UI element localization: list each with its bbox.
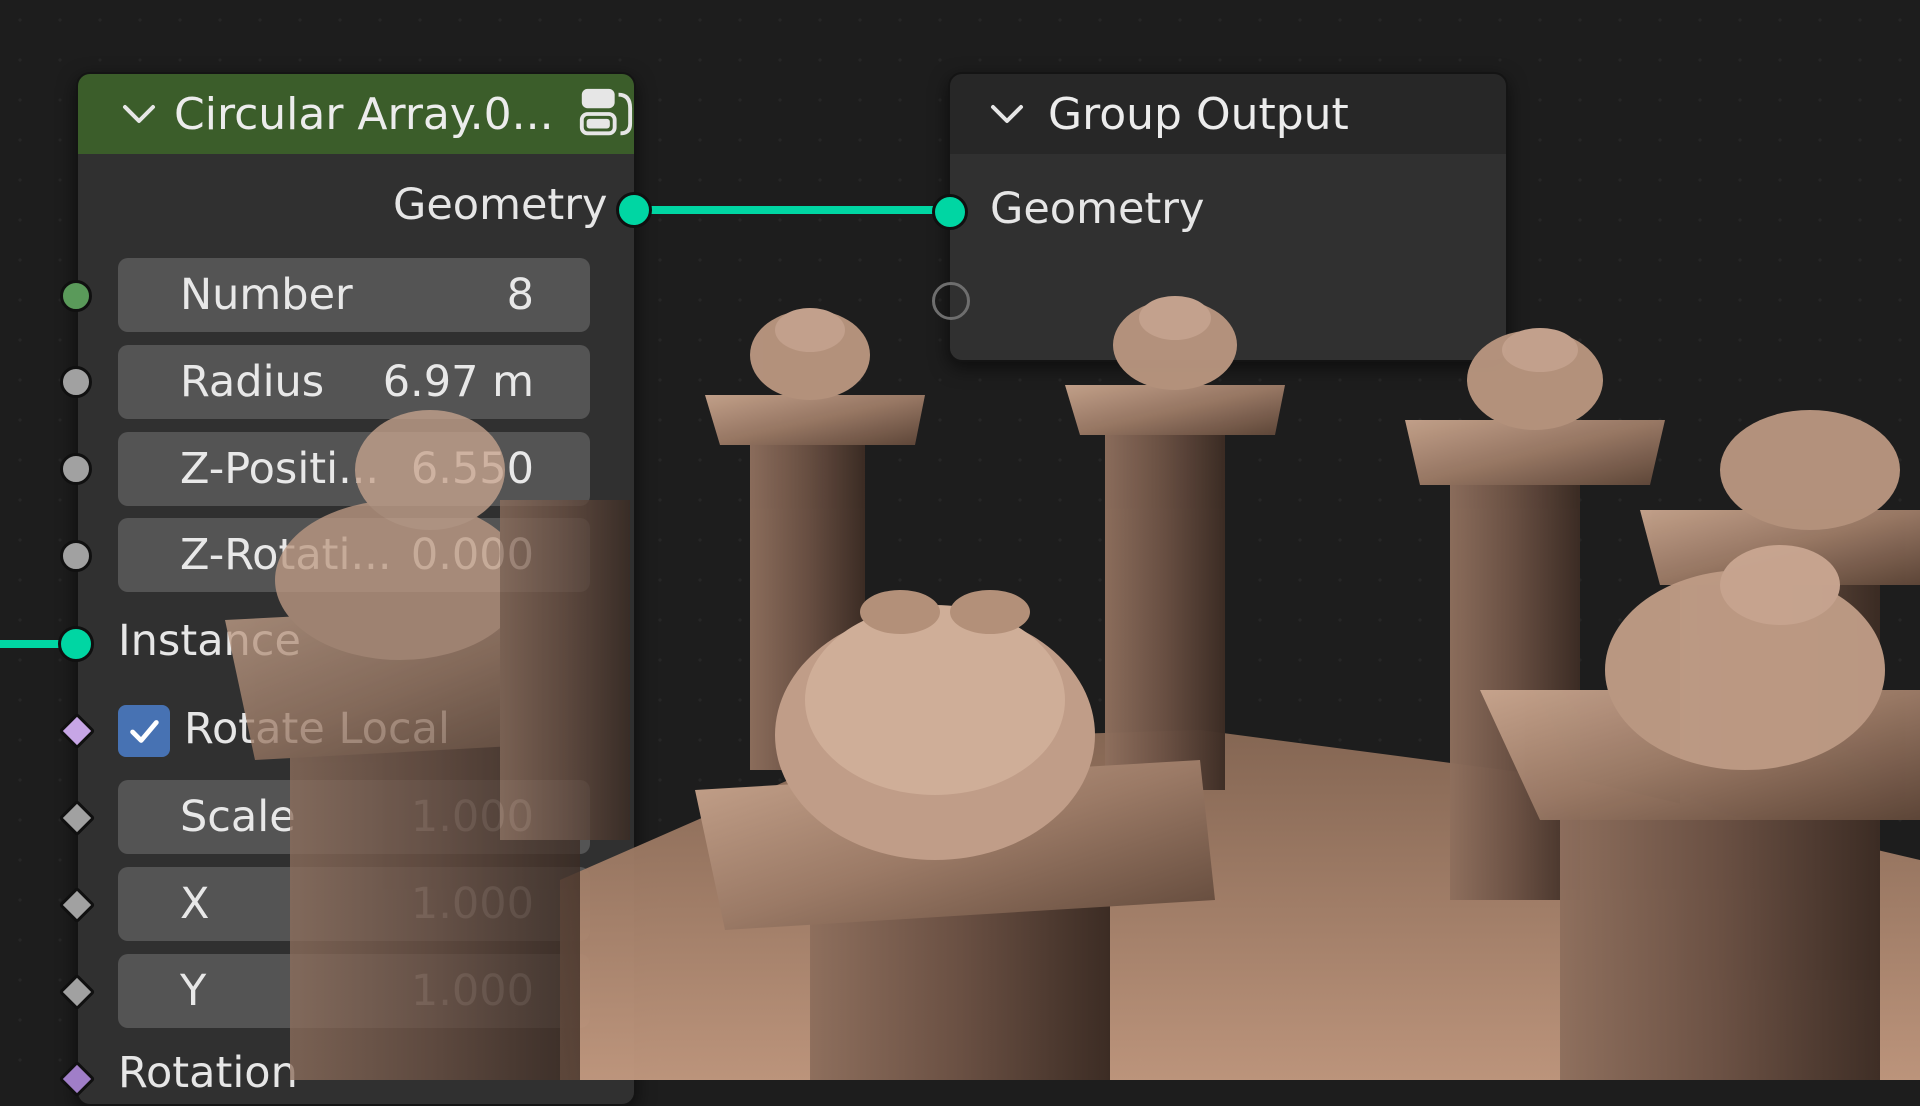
field-value: 0.000	[410, 530, 534, 580]
field-value: 1.000	[410, 966, 534, 1016]
field-label: Number	[180, 270, 353, 320]
instance-label: Instance	[118, 616, 301, 666]
instance-link[interactable]	[0, 640, 64, 648]
checkmark-icon	[130, 720, 159, 743]
group-output-empty-socket[interactable]	[932, 282, 970, 320]
number-input-socket[interactable]	[60, 280, 92, 312]
field-value: 1.000	[410, 879, 534, 929]
radius-field[interactable]: Radius 6.97 m	[118, 345, 590, 419]
rotation-label: Rotation	[118, 1048, 298, 1098]
node-group-icon[interactable]	[576, 85, 634, 143]
z-position-field[interactable]: Z-Positi... 6.550	[118, 432, 590, 506]
chevron-down-icon[interactable]	[120, 95, 158, 133]
scale-field[interactable]: Scale 1.000	[118, 780, 590, 854]
geometry-output-socket[interactable]	[616, 192, 652, 228]
field-value: 6.550	[410, 444, 534, 494]
node-title: Circular Array.0...	[174, 88, 554, 140]
rotate-local-checkbox[interactable]	[118, 705, 170, 757]
node-title: Group Output	[1048, 88, 1349, 140]
field-label: X	[180, 879, 210, 929]
group-output-node-header[interactable]: Group Output	[950, 74, 1506, 154]
scale-x-field[interactable]: X 1.000	[118, 867, 590, 941]
node-editor-canvas[interactable]: Circular Array.0... Group Output Geometr…	[0, 0, 1920, 1106]
rotate-local-label: Rotate Local	[184, 704, 450, 754]
z-rotation-input-socket[interactable]	[60, 540, 92, 572]
group-output-geometry-socket[interactable]	[932, 194, 968, 230]
z-position-input-socket[interactable]	[60, 453, 92, 485]
field-label: Y	[180, 966, 207, 1016]
scale-y-field[interactable]: Y 1.000	[118, 954, 590, 1028]
field-label: Z-Rotati...	[180, 530, 392, 580]
instance-input-socket[interactable]	[58, 626, 94, 662]
field-value: 1.000	[410, 792, 534, 842]
group-output-geometry-label: Geometry	[990, 184, 1205, 234]
geometry-output-label: Geometry	[393, 180, 608, 230]
field-label: Scale	[180, 792, 296, 842]
geometry-link[interactable]	[632, 206, 950, 214]
radius-input-socket[interactable]	[60, 366, 92, 398]
chevron-down-icon[interactable]	[988, 95, 1026, 133]
number-field[interactable]: Number 8	[118, 258, 590, 332]
circular-array-node-header[interactable]: Circular Array.0...	[78, 74, 634, 154]
field-value: 8	[506, 270, 534, 320]
z-rotation-field[interactable]: Z-Rotati... 0.000	[118, 518, 590, 592]
field-label: Z-Positi...	[180, 444, 380, 494]
field-value: 6.97 m	[382, 357, 534, 407]
field-label: Radius	[180, 357, 325, 407]
